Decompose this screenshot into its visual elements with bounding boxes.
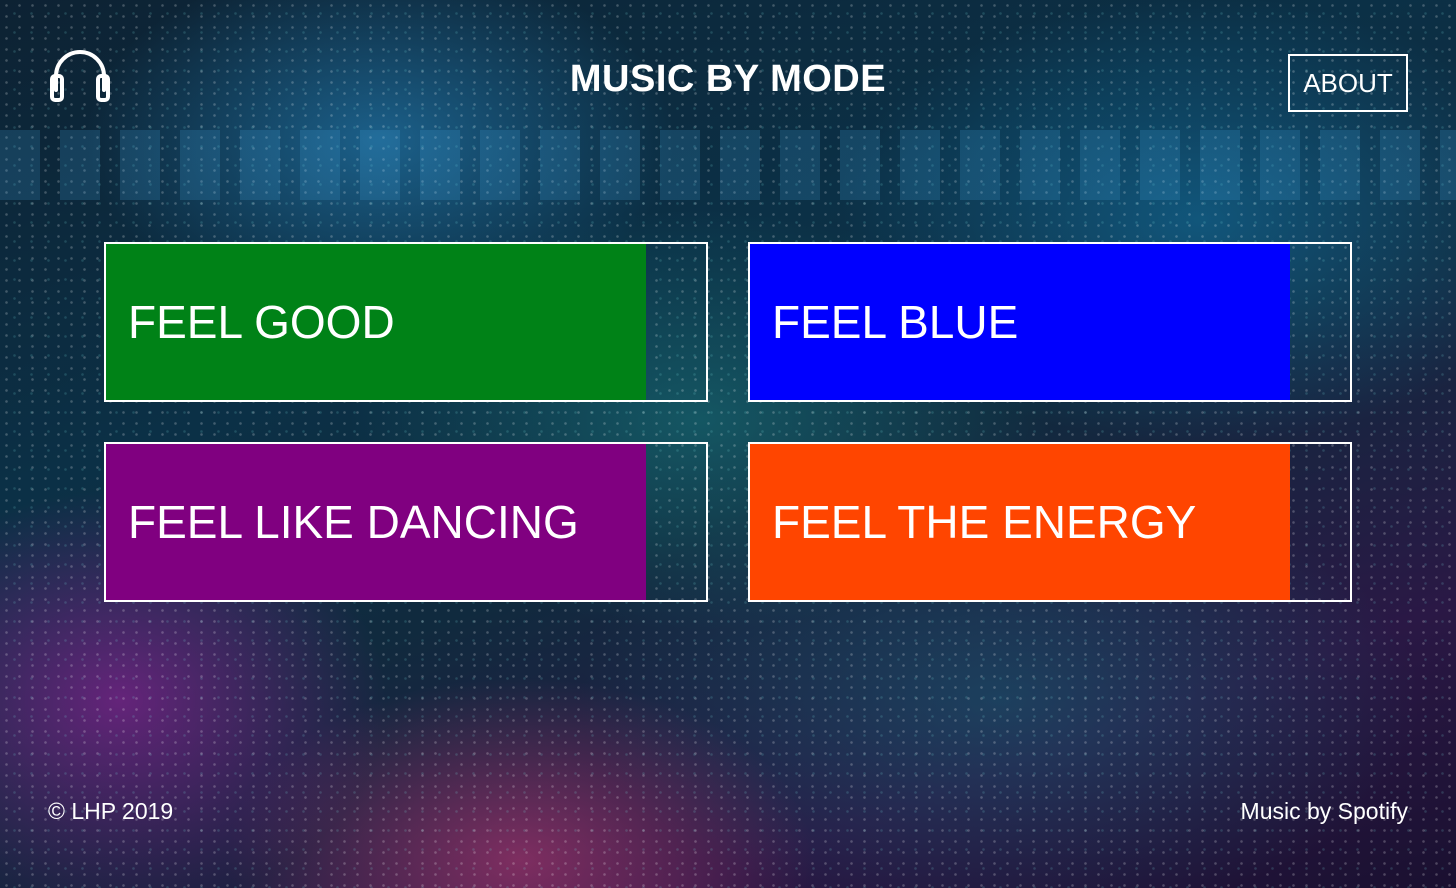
mode-card-feel-good[interactable]: FEEL GOOD <box>104 242 708 402</box>
mode-label: FEEL BLUE <box>772 296 1019 348</box>
mode-label: FEEL GOOD <box>128 296 395 348</box>
site-footer: © LHP 2019 Music by Spotify <box>0 790 1456 840</box>
mode-grid: FEEL GOOD FEEL BLUE FEEL LIKE DANCING FE… <box>0 0 1456 888</box>
mode-card-feel-the-energy[interactable]: FEEL THE ENERGY <box>748 442 1352 602</box>
mode-label: FEEL LIKE DANCING <box>128 496 579 548</box>
mode-card-feel-like-dancing[interactable]: FEEL LIKE DANCING <box>104 442 708 602</box>
spotify-credit: Music by Spotify <box>1240 798 1408 824</box>
copyright-text: © LHP 2019 <box>48 798 174 824</box>
mode-card-feel-blue[interactable]: FEEL BLUE <box>748 242 1352 402</box>
mode-label: FEEL THE ENERGY <box>772 496 1197 548</box>
